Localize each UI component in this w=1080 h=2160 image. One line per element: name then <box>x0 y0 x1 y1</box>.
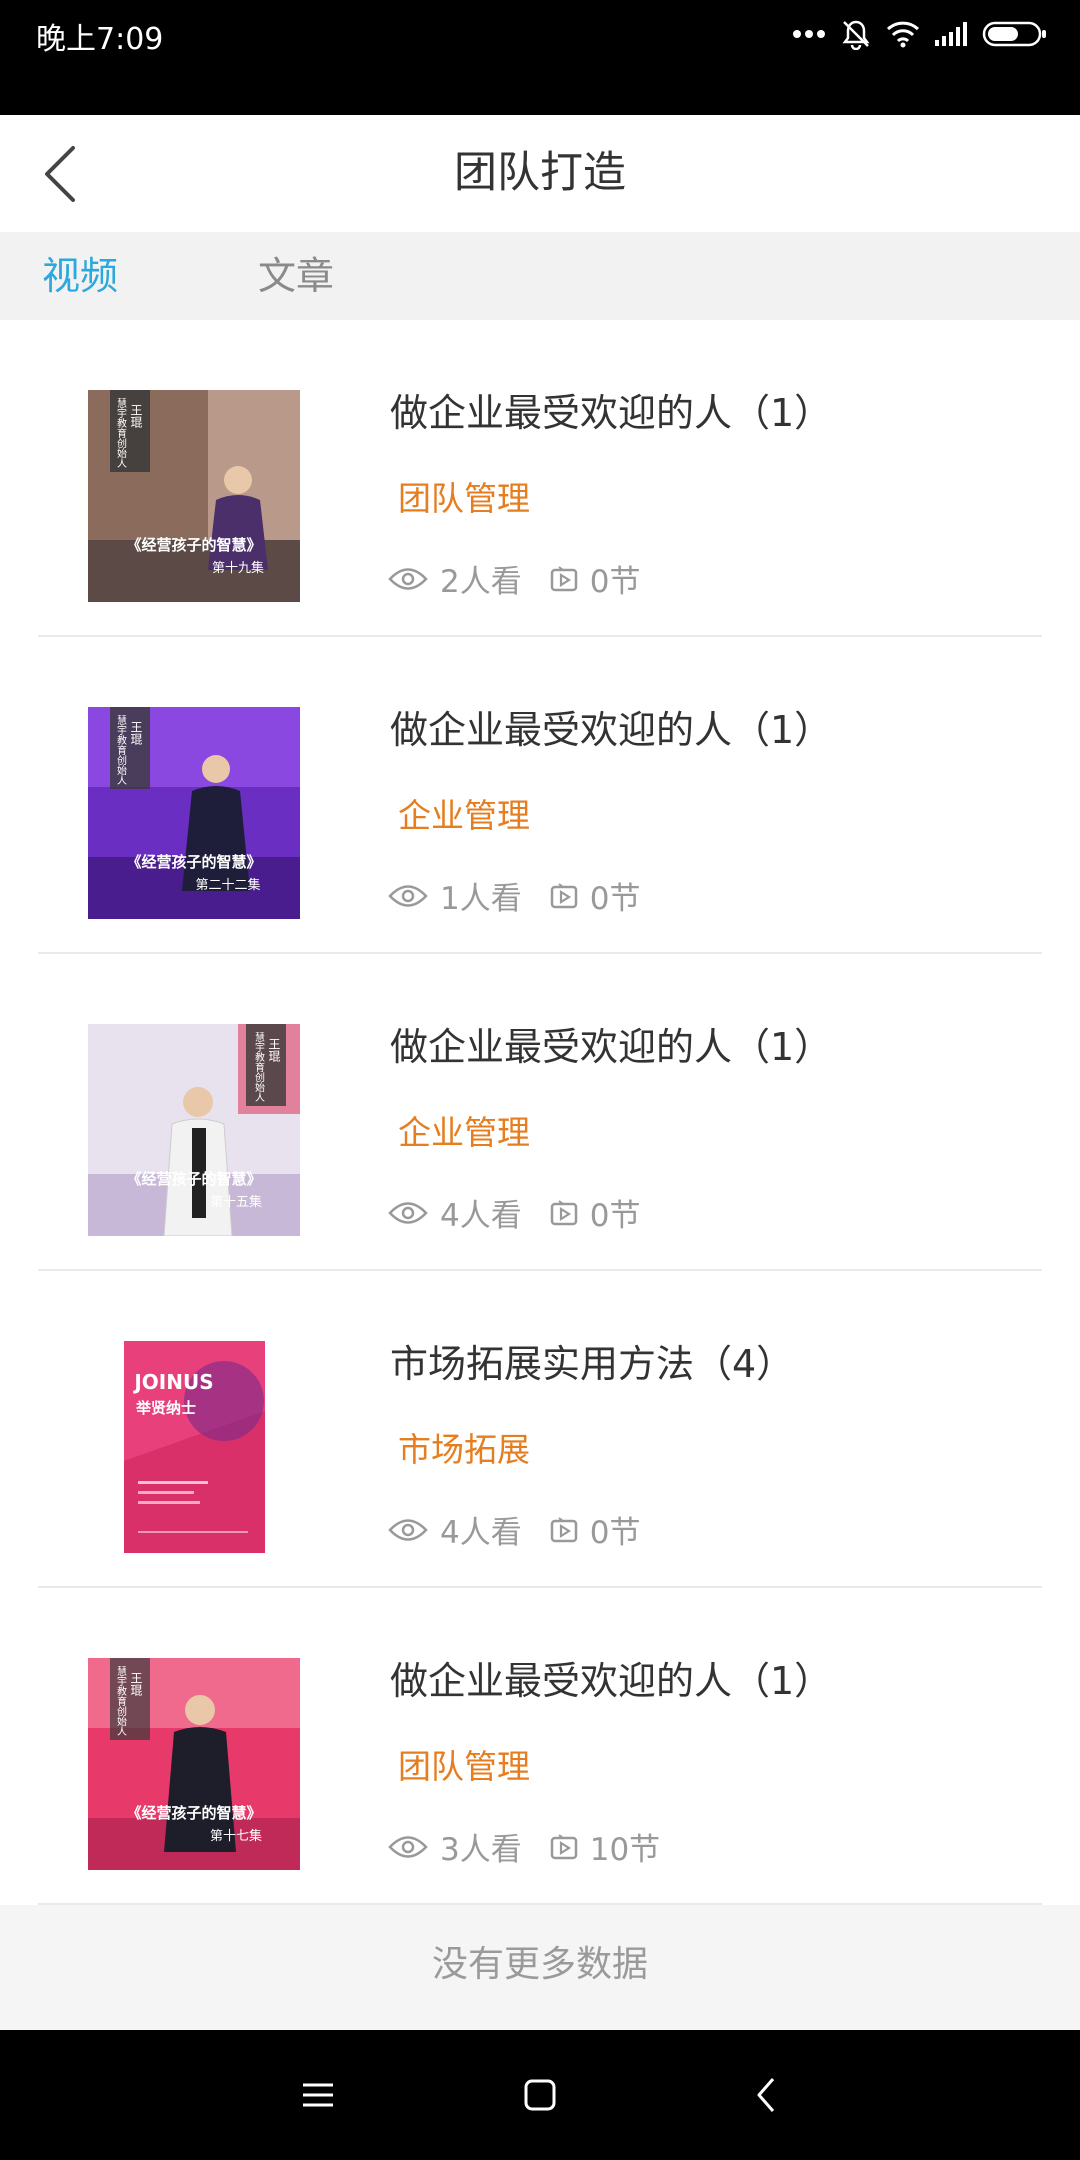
svg-text:第二十二集: 第二十二集 <box>195 877 260 893</box>
item-title: 做企业最受欢迎的人（1） <box>390 1025 833 1069</box>
chevron-left-icon <box>45 146 75 202</box>
sections-count: 0节 <box>550 873 641 918</box>
svg-text:慧宇教育创始人: 慧宇教育创始人 <box>253 1031 265 1102</box>
eye-icon <box>388 567 428 590</box>
views-text: 2人看 <box>440 564 522 600</box>
list-item[interactable]: JOINUS 举贤纳士 市场拓展实用方法（4） 市场拓展 4人看 0节 <box>38 1271 1042 1588</box>
status-icons <box>792 14 1048 54</box>
system-back-button[interactable] <box>736 2065 796 2125</box>
svg-text:《经营孩子的智慧》: 《经营孩子的智慧》 <box>126 1804 261 1822</box>
list-item[interactable]: 王琨 慧宇教育创始人 《经营孩子的智慧》 第十五集 做企业最受欢迎的人（1） 企… <box>38 954 1042 1271</box>
silent-bell-icon <box>842 20 870 50</box>
views-count: 4人看 <box>388 1507 522 1552</box>
sections-count: 0节 <box>550 556 641 601</box>
svg-text:慧宇教育创始人: 慧宇教育创始人 <box>115 1665 127 1736</box>
eye-icon <box>388 884 428 907</box>
views-text: 4人看 <box>440 1515 522 1551</box>
views-text: 3人看 <box>440 1832 522 1868</box>
item-tag: 市场拓展 <box>398 1430 530 1469</box>
sections-text: 0节 <box>589 1198 641 1234</box>
svg-text:第十五集: 第十五集 <box>210 1194 262 1210</box>
svg-text:王琨: 王琨 <box>129 721 143 745</box>
views-text: 1人看 <box>440 881 522 917</box>
back-chevron-icon <box>757 2078 775 2112</box>
item-meta: 4人看 0节 <box>388 1507 640 1552</box>
list-item[interactable]: 王琨 慧宇教育创始人 《经营孩子的智慧》 第十七集 做企业最受欢迎的人（1） 团… <box>38 1588 1042 1905</box>
sections-count: 0节 <box>550 1507 641 1552</box>
video-thumbnail: 王琨 慧宇教育创始人 《经营孩子的智慧》 第十五集 <box>88 1024 300 1236</box>
tab-article[interactable]: 文章 <box>258 232 334 320</box>
video-thumbnail: 王琨 慧宇教育创始人 《经营孩子的智慧》 第二十二集 <box>88 707 300 919</box>
eye-icon <box>388 1835 428 1858</box>
svg-text:王琨: 王琨 <box>267 1038 281 1062</box>
eye-icon <box>388 1518 428 1541</box>
views-count: 1人看 <box>388 873 522 918</box>
back-button[interactable] <box>30 143 90 205</box>
item-meta: 4人看 0节 <box>388 1190 640 1235</box>
more-dots-icon <box>793 30 825 38</box>
menu-icon <box>303 2083 333 2107</box>
system-nav-bar <box>0 2030 1080 2160</box>
svg-text:慧宇教育创始人: 慧宇教育创始人 <box>115 397 127 468</box>
svg-text:《经营孩子的智慧》: 《经营孩子的智慧》 <box>126 1170 261 1188</box>
list-item[interactable]: 王琨 慧宇教育创始人 《经营孩子的智慧》 第二十二集 做企业最受欢迎的人（1） … <box>38 637 1042 954</box>
play-box-icon <box>550 1516 577 1542</box>
sections-text: 0节 <box>589 564 641 600</box>
svg-text:《经营孩子的智慧》: 《经营孩子的智慧》 <box>126 536 261 554</box>
signal-icon <box>935 22 967 46</box>
svg-text:《经营孩子的智慧》: 《经营孩子的智慧》 <box>126 853 261 871</box>
no-more-data-footer: 没有更多数据 <box>0 1905 1080 2030</box>
item-title: 市场拓展实用方法（4） <box>390 1342 795 1386</box>
item-tag: 团队管理 <box>398 1747 530 1786</box>
battery-icon <box>982 21 1046 47</box>
views-count: 4人看 <box>388 1190 522 1235</box>
home-button[interactable] <box>510 2065 570 2125</box>
eye-icon <box>388 1201 428 1224</box>
video-list: 王琨 慧宇教育创始人 《经营孩子的智慧》 第十九集 做企业最受欢迎的人（1） 团… <box>0 320 1080 1905</box>
sections-text: 0节 <box>589 881 641 917</box>
play-box-icon <box>550 1199 577 1225</box>
video-thumbnail: JOINUS 举贤纳士 <box>124 1341 265 1553</box>
svg-text:第十七集: 第十七集 <box>210 1828 262 1844</box>
item-meta: 2人看 0节 <box>388 556 640 601</box>
svg-text:JOINUS: JOINUS <box>132 1370 213 1394</box>
item-title: 做企业最受欢迎的人（1） <box>390 1659 833 1703</box>
item-tag: 企业管理 <box>398 1113 530 1152</box>
item-meta: 1人看 0节 <box>388 873 640 918</box>
sections-count: 10节 <box>550 1824 660 1869</box>
views-count: 2人看 <box>388 556 522 601</box>
play-box-icon <box>550 882 577 908</box>
views-count: 3人看 <box>388 1824 522 1869</box>
item-title: 做企业最受欢迎的人（1） <box>390 708 833 752</box>
svg-text:王琨: 王琨 <box>129 1672 143 1696</box>
play-box-icon <box>550 565 577 591</box>
item-tag: 团队管理 <box>398 479 530 518</box>
wifi-icon <box>886 21 920 48</box>
views-text: 4人看 <box>440 1198 522 1234</box>
status-time: 晚上7:09 <box>36 22 164 57</box>
sections-text: 10节 <box>589 1832 661 1868</box>
tab-video[interactable]: 视频 <box>42 232 118 320</box>
list-item[interactable]: 王琨 慧宇教育创始人 《经营孩子的智慧》 第十九集 做企业最受欢迎的人（1） 团… <box>38 320 1042 637</box>
title-bar: 团队打造 <box>0 115 1080 232</box>
svg-text:慧宇教育创始人: 慧宇教育创始人 <box>115 714 127 785</box>
svg-text:第十九集: 第十九集 <box>212 560 264 576</box>
home-square-icon <box>524 2079 556 2111</box>
sections-text: 0节 <box>589 1515 641 1551</box>
sections-count: 0节 <box>550 1190 641 1235</box>
video-thumbnail: 王琨 慧宇教育创始人 《经营孩子的智慧》 第十七集 <box>88 1658 300 1870</box>
page-title: 团队打造 <box>454 148 626 198</box>
item-meta: 3人看 10节 <box>388 1824 660 1869</box>
menu-button[interactable] <box>288 2065 348 2125</box>
tab-bar: 视频 文章 <box>0 232 1080 320</box>
status-bar: 晚上7:09 <box>0 0 1080 115</box>
play-box-icon <box>550 1833 577 1859</box>
svg-text:王琨: 王琨 <box>129 404 143 428</box>
video-thumbnail: 王琨 慧宇教育创始人 《经营孩子的智慧》 第十九集 <box>88 390 300 602</box>
svg-text:举贤纳士: 举贤纳士 <box>135 1399 196 1417</box>
item-tag: 企业管理 <box>398 796 530 835</box>
item-title: 做企业最受欢迎的人（1） <box>390 391 833 435</box>
